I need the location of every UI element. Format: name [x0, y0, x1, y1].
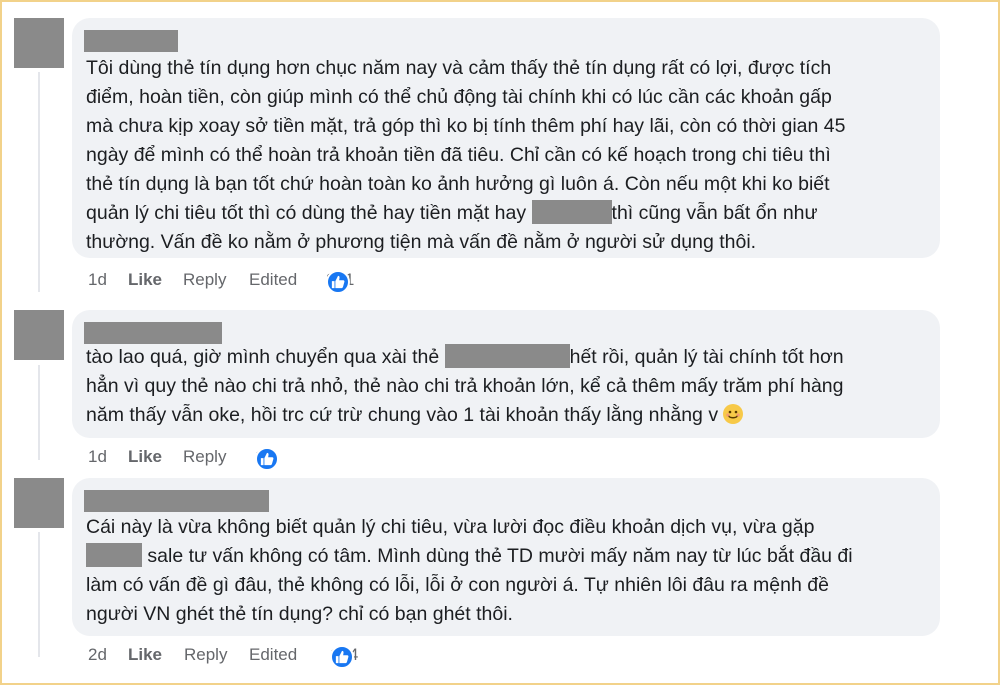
author-name-redacted[interactable]: [84, 30, 178, 52]
comment-bubble: tào lao quá, giờ mình chuyển qua xài thẻ…: [72, 310, 940, 438]
text-line: hẳn vì quy thẻ nào chi trả nhỏ, thẻ nào …: [86, 375, 844, 397]
text-line: năm thấy vẫn oke, hồi trc cứ trừ chung v…: [86, 401, 922, 430]
author-name-redacted[interactable]: [84, 322, 222, 344]
timestamp[interactable]: 1d: [88, 447, 107, 467]
reply-button[interactable]: Reply: [183, 270, 226, 290]
text-line: điểm, hoàn tiền, còn giúp mình có thể ch…: [86, 86, 832, 108]
text-line: quản lý chi tiêu tốt thì có dùng thẻ hay…: [86, 199, 922, 228]
text-line: mà chưa kịp xoay sở tiền mặt, trả góp th…: [86, 115, 846, 137]
text-line: sale tư vấn không có tâm. Mình dùng thẻ …: [86, 542, 922, 571]
like-button[interactable]: Like: [128, 270, 162, 290]
redacted-text: [444, 344, 570, 368]
avatar-redacted[interactable]: [14, 18, 64, 68]
timestamp[interactable]: 1d: [88, 270, 107, 290]
text-line: ngày để mình có thể hoàn trả khoản tiền …: [86, 144, 831, 166]
text-line: Cái này là vừa không biết quản lý chi ti…: [86, 516, 815, 538]
like-button[interactable]: Like: [128, 447, 162, 467]
thread-line: [38, 72, 40, 292]
author-name-redacted[interactable]: [84, 490, 269, 512]
reaction-summary[interactable]: 14: [255, 447, 279, 471]
redacted-text: [531, 200, 612, 224]
comment-text: Tôi dùng thẻ tín dụng hơn chục năm nay v…: [86, 54, 922, 257]
reply-button[interactable]: Reply: [184, 645, 227, 665]
text-segment: thì cũng vẫn bất ổn như: [611, 202, 818, 224]
text-line: thẻ tín dụng là bạn tốt chứ hoàn toàn ko…: [86, 173, 830, 195]
smiling-face-emoji: [723, 404, 744, 424]
thread-line: [38, 532, 40, 657]
reaction-summary[interactable]: 104: [330, 645, 358, 669]
text-line: người VN ghét thẻ tín dụng? chỉ có bạn g…: [86, 603, 513, 625]
text-segment: hết rồi, quản lý tài chính tốt hơn: [569, 346, 844, 368]
edited-label[interactable]: Edited: [249, 270, 297, 290]
text-segment: tào lao quá, giờ mình chuyển qua xài thẻ: [86, 346, 445, 368]
redacted-text: [86, 543, 142, 567]
comment-bubble: Tôi dùng thẻ tín dụng hơn chục năm nay v…: [72, 18, 940, 258]
reaction-summary[interactable]: 231: [326, 270, 354, 294]
text-segment: quản lý chi tiêu tốt thì có dùng thẻ hay…: [86, 202, 532, 224]
avatar-redacted[interactable]: [14, 478, 64, 528]
like-thumb-icon: [255, 447, 279, 471]
text-segment: sale tư vấn không có tâm. Mình dùng thẻ …: [142, 545, 853, 567]
comment-text: tào lao quá, giờ mình chuyển qua xài thẻ…: [86, 343, 922, 430]
reply-button[interactable]: Reply: [183, 447, 226, 467]
thread-line: [38, 365, 40, 460]
text-line: tào lao quá, giờ mình chuyển qua xài thẻ…: [86, 343, 922, 372]
text-line: thường. Vấn đề ko nằm ở phương tiện mà v…: [86, 231, 757, 253]
text-line: Tôi dùng thẻ tín dụng hơn chục năm nay v…: [86, 57, 832, 79]
edited-label[interactable]: Edited: [249, 645, 297, 665]
avatar-redacted[interactable]: [14, 310, 64, 360]
timestamp[interactable]: 2d: [88, 645, 107, 665]
like-thumb-icon: [330, 645, 354, 669]
comment-text: Cái này là vừa không biết quản lý chi ti…: [86, 513, 922, 629]
like-button[interactable]: Like: [128, 645, 162, 665]
text-segment: năm thấy vẫn oke, hồi trc cứ trừ chung v…: [86, 404, 724, 426]
text-line: làm có vấn đề gì đâu, thẻ không có lỗi, …: [86, 574, 829, 596]
like-thumb-icon: [326, 270, 350, 294]
comment-bubble: Cái này là vừa không biết quản lý chi ti…: [72, 478, 940, 636]
